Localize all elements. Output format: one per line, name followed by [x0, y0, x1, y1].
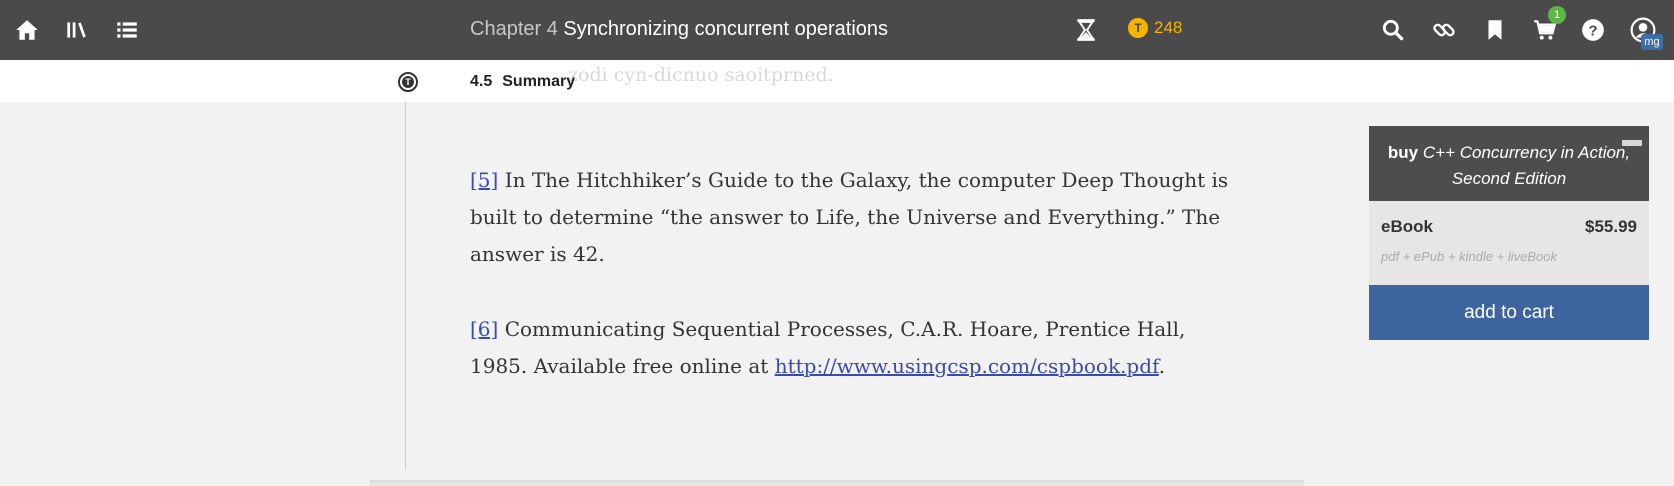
margin-divider — [405, 102, 406, 470]
home-icon[interactable] — [14, 17, 40, 43]
footnote-ref-6[interactable]: [6] — [470, 317, 498, 341]
chapter-name: Synchronizing concurrent operations — [563, 18, 889, 40]
coin-icon: T — [1128, 18, 1148, 38]
book-content: [5] In The Hitchhiker’s Guide to the Gal… — [470, 162, 1230, 423]
link-icon[interactable] — [1431, 17, 1457, 43]
help-icon[interactable]: ? — [1580, 17, 1606, 43]
footnote-ref-5[interactable]: [5] — [470, 168, 498, 192]
library-icon[interactable] — [63, 17, 89, 43]
search-icon[interactable] — [1380, 17, 1406, 43]
bookmark-icon[interactable] — [1482, 17, 1508, 43]
ebook-option[interactable]: eBook $55.99 pdf + ePub + kindle + liveB… — [1369, 201, 1649, 285]
section-heading[interactable]: 4.5 Summary — [470, 73, 575, 91]
section-number: 4.5 — [470, 73, 493, 90]
chapter-prefix: Chapter 4 — [470, 18, 558, 40]
section-title: Summary — [502, 73, 576, 90]
footnote-5: [5] In The Hitchhiker’s Guide to the Gal… — [470, 162, 1230, 273]
page-bottom-edge — [370, 480, 1304, 486]
footnote-6-end: . — [1158, 354, 1166, 378]
avatar-initials[interactable]: mg — [1641, 34, 1663, 50]
chapter-title: Chapter 4 Synchronizing concurrent opera… — [470, 18, 888, 41]
format-price: $55.99 — [1585, 217, 1637, 236]
section-bar — [0, 60, 1674, 102]
toc-icon[interactable] — [114, 17, 140, 43]
buy-box-header: buy C++ Concurrency in Action, Second Ed… — [1369, 126, 1649, 201]
coin-balance[interactable]: T 248 — [1128, 18, 1182, 38]
top-bar: Chapter 4 Synchronizing concurrent opera… — [0, 0, 1674, 60]
add-to-cart-button[interactable]: add to cart — [1369, 285, 1649, 340]
svg-text:?: ? — [1588, 22, 1597, 39]
hourglass-icon[interactable] — [1073, 17, 1099, 43]
book-title: C++ Concurrency in Action, Second Editio… — [1422, 143, 1631, 188]
footnote-5-text: In The Hitchhiker’s Guide to the Galaxy,… — [470, 168, 1229, 266]
section-token-symbol: T — [402, 76, 414, 88]
cart-count-badge: 1 — [1548, 6, 1566, 24]
minimize-button[interactable] — [1622, 140, 1642, 146]
footnote-6: [6] Communicating Sequential Processes, … — [470, 311, 1230, 385]
format-details: pdf + ePub + kindle + liveBook — [1381, 249, 1557, 264]
scrolled-text-fragment: zodi cyn-dicnuo saoitprned. — [568, 64, 834, 86]
buy-box: buy C++ Concurrency in Action, Second Ed… — [1369, 126, 1649, 340]
cspbook-link[interactable]: http://www.usingcsp.com/cspbook.pdf — [775, 354, 1159, 378]
coin-count: 248 — [1154, 18, 1183, 37]
section-token-icon[interactable]: T — [398, 72, 418, 92]
buy-label: buy — [1387, 143, 1419, 162]
